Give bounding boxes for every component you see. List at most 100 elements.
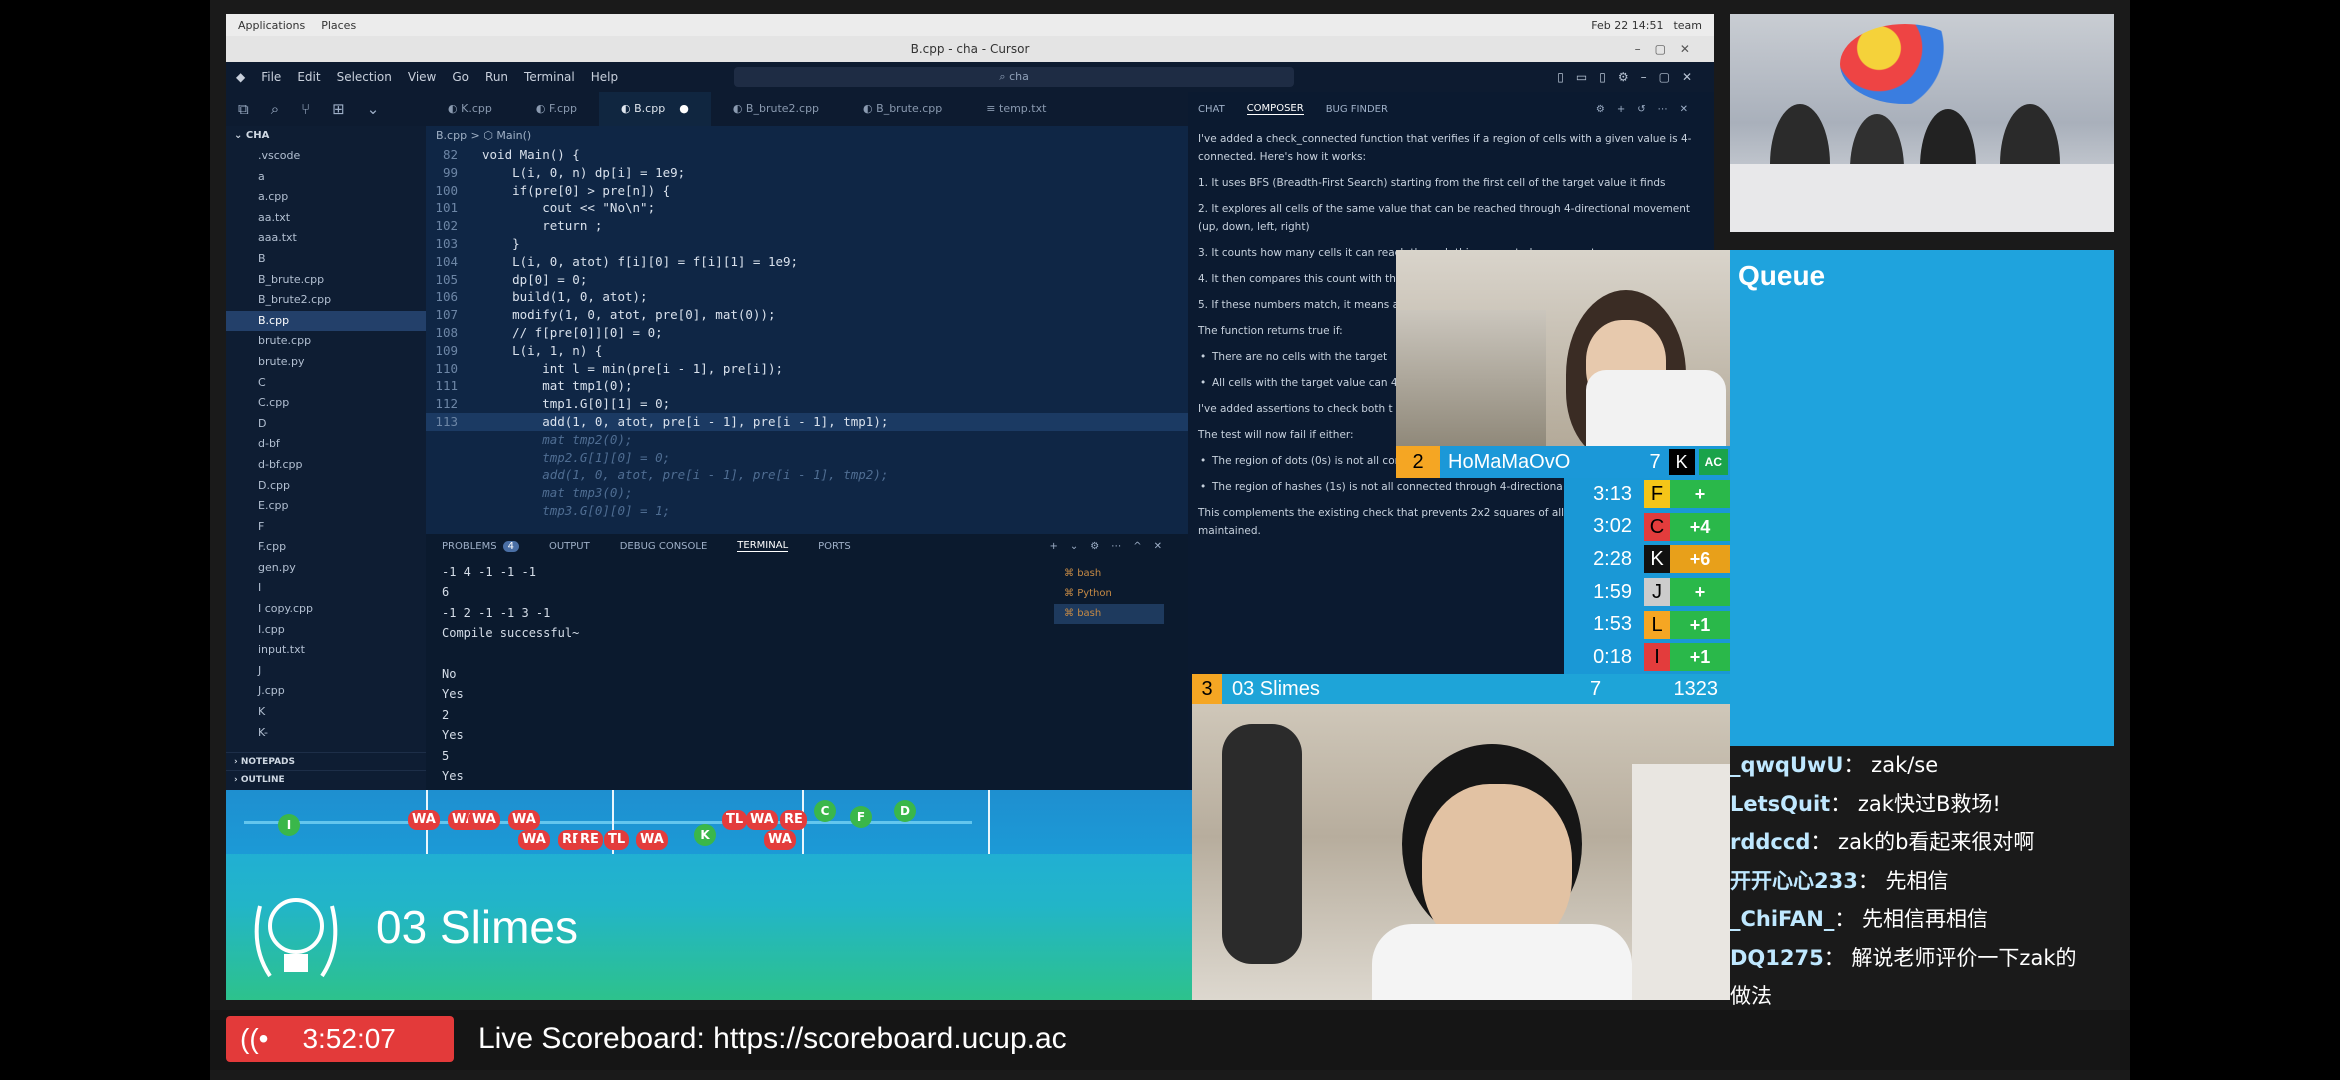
file-item[interactable]: F.cpp xyxy=(226,537,426,558)
places-menu[interactable]: Places xyxy=(321,19,356,32)
wrong-submission-mark: RE xyxy=(576,830,603,850)
explorer-root[interactable]: ⌄ CHA xyxy=(226,126,426,146)
team2-last-problem: K xyxy=(1668,449,1695,475)
file-item[interactable]: d-bf.cpp xyxy=(226,455,426,476)
tab-problems[interactable]: PROBLEMS 4 xyxy=(442,540,519,552)
team2-name: HoMaMaOvO xyxy=(1448,450,1571,473)
window-title: B.cpp - cha - Cursor –▢✕ xyxy=(226,36,1714,62)
file-item[interactable]: a.cpp xyxy=(226,187,426,208)
line-text: int l = min(pre[i - 1], pre[i]); xyxy=(482,360,784,376)
tab-b-brute2-cpp[interactable]: ◐ B_brute2.cpp xyxy=(711,92,841,126)
tab-ports[interactable]: PORTS xyxy=(818,541,851,552)
file-item[interactable]: brute.cpp xyxy=(226,331,426,352)
outline-section[interactable]: › OUTLINE xyxy=(226,770,426,788)
menu-go[interactable]: Go xyxy=(452,70,469,84)
window-controls[interactable]: –▢✕ xyxy=(1635,36,1704,62)
scoreboard-link[interactable]: Live Scoreboard: https://scoreboard.ucup… xyxy=(478,1016,1067,1062)
outline-label: OUTLINE xyxy=(240,775,285,785)
tab-chat[interactable]: CHAT xyxy=(1198,104,1225,115)
file-item[interactable]: I xyxy=(226,578,426,599)
tab-k-cpp[interactable]: ◐ K.cpp xyxy=(426,92,514,126)
menu-edit[interactable]: Edit xyxy=(297,70,320,84)
tab-label: temp.txt xyxy=(999,102,1047,115)
file-item[interactable]: d-bf xyxy=(226,434,426,455)
ghost-suggestion-line: tmp2.G[1][0] = 0; xyxy=(426,449,1188,467)
source-control-icon[interactable]: ⑂ xyxy=(301,100,310,118)
shell-bash[interactable]: ⌘ bash xyxy=(1054,564,1164,584)
chat-controls[interactable]: ⚙+↺⋯✕ xyxy=(1596,104,1700,115)
file-item[interactable]: K xyxy=(226,702,426,723)
tab-f-cpp[interactable]: ◐ F.cpp xyxy=(514,92,599,126)
notepads-section[interactable]: › NOTEPADS xyxy=(226,752,426,770)
team3-penalty: 1323 xyxy=(1673,677,1719,700)
tab-b-brute-cpp[interactable]: ◐ B_brute.cpp xyxy=(841,92,964,126)
menu-view[interactable]: View xyxy=(408,70,436,84)
file-item[interactable]: aa.txt xyxy=(226,208,426,229)
menu-run[interactable]: Run xyxy=(485,70,508,84)
solve-time: 0:18 xyxy=(1593,645,1632,668)
file-item[interactable]: B_brute2.cpp xyxy=(226,290,426,311)
tab-composer[interactable]: COMPOSER xyxy=(1246,103,1304,115)
shell-bash-active[interactable]: ⌘ bash xyxy=(1054,604,1164,624)
team2-rank: 2 xyxy=(1396,446,1440,478)
file-item[interactable]: E.cpp xyxy=(226,496,426,517)
line-number: 107 xyxy=(435,307,458,323)
chat-message: rddccd： zak的b看起来很对啊 xyxy=(1730,830,2035,854)
file-item[interactable]: .vscode xyxy=(226,146,426,167)
menu-terminal[interactable]: Terminal xyxy=(524,70,575,84)
menu-help[interactable]: Help xyxy=(591,70,618,84)
file-item[interactable]: a xyxy=(226,167,426,188)
tab-b-cpp[interactable]: ◐ B.cpp ● xyxy=(599,92,711,126)
files-icon[interactable]: ⧉ xyxy=(238,100,249,118)
chat-username: LetsQuit xyxy=(1730,791,1831,816)
terminal-output[interactable]: -1 4 -1 -1 -1 6 -1 2 -1 -1 3 -1 Compile suc… xyxy=(442,562,579,790)
chat-message: 开开心心233： 先相信 xyxy=(1730,868,1949,893)
line-number: 104 xyxy=(435,253,458,269)
applications-menu[interactable]: Applications xyxy=(238,19,305,32)
file-item[interactable]: B xyxy=(226,249,426,270)
chat-message: DQ1275： 解说老师评价一下zak的 xyxy=(1730,945,2077,970)
file-item[interactable]: aaa.txt xyxy=(226,228,426,249)
file-item[interactable]: I copy.cpp xyxy=(226,599,426,620)
file-item[interactable]: J xyxy=(226,661,426,682)
user-menu[interactable]: team xyxy=(1673,19,1702,32)
file-item[interactable]: input.txt xyxy=(226,640,426,661)
ghost-text: mat tmp3(0); xyxy=(482,485,633,501)
ghost-text: tmp2.G[1][0] = 0; xyxy=(482,449,671,465)
command-search[interactable]: ⌕ cha xyxy=(734,67,1295,87)
shell-python[interactable]: ⌘ Python xyxy=(1054,584,1164,604)
ghost-suggestion-line: mat tmp2(0); xyxy=(426,431,1188,449)
code-line: 104 L(i, 0, atot) f[i][0] = f[i][1] = 1e… xyxy=(426,253,1188,271)
file-item[interactable]: K- xyxy=(226,723,426,744)
file-item[interactable]: I.cpp xyxy=(226,620,426,641)
file-item[interactable]: D.cpp xyxy=(226,476,426,497)
file-item[interactable]: F xyxy=(226,517,426,538)
panel-controls[interactable]: +⌄⚙⋯^✕ xyxy=(1050,541,1174,552)
search-icon[interactable]: ⌕ xyxy=(271,100,279,118)
tab-bug-finder[interactable]: BUG FINDER xyxy=(1326,104,1388,115)
file-item[interactable]: gen.py xyxy=(226,558,426,579)
code-editor[interactable]: B.cpp > ⬡ Main() 82 void Main() {99 L(i, … xyxy=(426,126,1188,534)
tab-output[interactable]: OUTPUT xyxy=(549,541,590,552)
menu-file[interactable]: File xyxy=(261,70,281,84)
chevron-down-icon[interactable]: ⌄ xyxy=(367,100,380,118)
file-item[interactable]: brute.py xyxy=(226,352,426,373)
file-item[interactable]: D xyxy=(226,414,426,435)
file-item[interactable]: B_brute.cpp xyxy=(226,270,426,291)
wrong-submission-mark: WA xyxy=(636,830,668,850)
file-item[interactable]: C.cpp xyxy=(226,393,426,414)
tab-terminal[interactable]: TERMINAL xyxy=(737,540,789,552)
cursor-logo-icon: ◆ xyxy=(236,70,246,84)
extensions-icon[interactable]: ⊞ xyxy=(332,100,345,118)
tab-debug-console[interactable]: DEBUG CONSOLE xyxy=(620,541,708,552)
menu-selection[interactable]: Selection xyxy=(337,70,392,84)
breadcrumb[interactable]: B.cpp > ⬡ Main() xyxy=(426,126,1188,146)
layout-controls[interactable]: ▯▭▯⚙–▢✕ xyxy=(1557,70,1704,84)
problem-letter: K xyxy=(1644,545,1670,574)
tab-temp-txt[interactable]: ≡ temp.txt xyxy=(964,92,1068,126)
file-item[interactable]: J.cpp xyxy=(226,681,426,702)
file-item[interactable]: B.cpp xyxy=(226,310,426,332)
terminal-list: ⌘ bash ⌘ Python ⌘ bash xyxy=(1054,564,1164,624)
code-line: 110 int l = min(pre[i - 1], pre[i]); xyxy=(426,360,1188,378)
file-item[interactable]: C xyxy=(226,373,426,394)
